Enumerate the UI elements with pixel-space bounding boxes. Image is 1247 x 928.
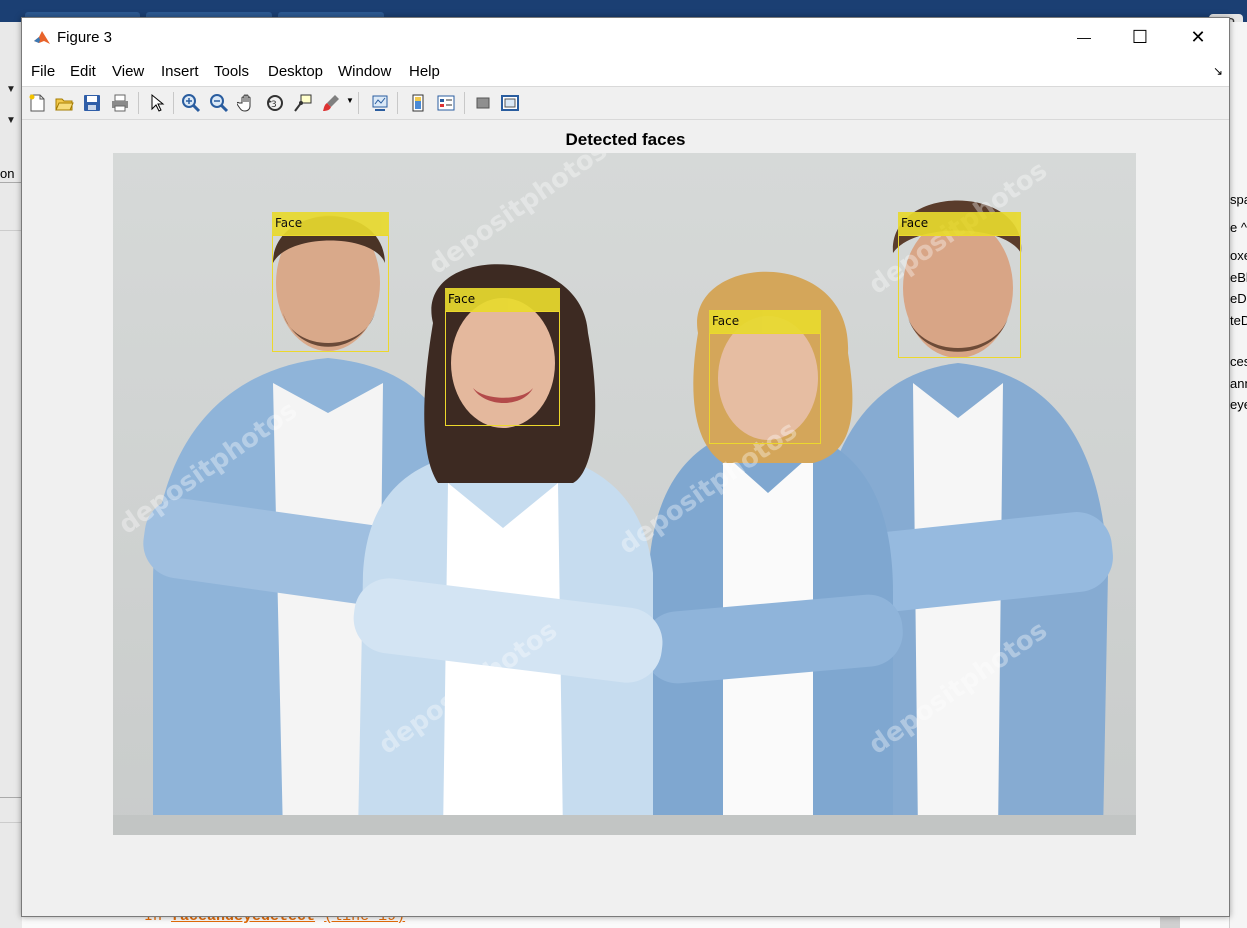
workspace-line[interactable]: eye [1230, 397, 1247, 412]
workspace-line[interactable]: oxe [1230, 248, 1247, 263]
face-label: Face [445, 288, 560, 311]
face-label: Face [272, 212, 389, 235]
face-bounding-box: Face [272, 212, 389, 352]
new-figure-icon[interactable] [27, 93, 47, 113]
zoom-out-icon[interactable] [209, 93, 229, 113]
workspace-line[interactable]: eBl [1230, 270, 1247, 285]
brush-dropdown-icon[interactable]: ▼ [346, 96, 354, 105]
desktop-left-panel: ▼ ▼ [0, 22, 23, 928]
dropdown-arrow-icon[interactable]: ▼ [6, 84, 16, 95]
workspace-line[interactable]: ces [1230, 354, 1247, 369]
menu-edit[interactable]: Edit [70, 63, 96, 80]
close-button[interactable]: ✕ [1175, 18, 1221, 56]
minimize-button[interactable]: — [1061, 18, 1107, 56]
workspace-line: spa [1230, 192, 1247, 207]
figure-window: Figure 3 — ☐ ✕ File Edit View Insert Too… [21, 17, 1230, 917]
menu-view[interactable]: View [112, 63, 144, 80]
minimize-icon: — [1077, 29, 1091, 45]
zoom-in-icon[interactable] [181, 93, 201, 113]
matlab-logo-icon [34, 31, 50, 44]
pointer-icon[interactable] [147, 93, 167, 113]
dropdown-arrow-icon[interactable]: ▼ [6, 115, 16, 126]
menu-window[interactable]: Window [338, 63, 391, 80]
face-bounding-box: Face [709, 310, 821, 444]
menu-bar: File Edit View Insert Tools Desktop Wind… [22, 56, 1229, 86]
save-icon[interactable] [82, 93, 102, 113]
menu-help[interactable]: Help [409, 63, 440, 80]
face-bounding-box: Face [898, 212, 1021, 358]
face-label: Face [709, 310, 821, 333]
face-bounding-box: Face [445, 288, 560, 426]
workspace-line[interactable]: teD [1230, 313, 1247, 328]
face-label: Face [898, 212, 1021, 235]
detected-faces-image[interactable]: depositphotos depositphotos depositphoto… [113, 153, 1136, 835]
maximize-icon: ☐ [1131, 26, 1149, 47]
svg-text:3: 3 [271, 100, 277, 110]
menu-desktop[interactable]: Desktop [268, 63, 323, 80]
insert-colorbar-icon[interactable] [408, 93, 428, 113]
workspace-panel: spa e ^ oxe eBl eDe teD ces ann eye [1229, 22, 1247, 928]
workspace-line[interactable]: ann [1230, 376, 1247, 391]
desktop-left-label: on [0, 166, 15, 181]
dock-arrow-icon[interactable]: ↘ [1213, 64, 1223, 78]
close-icon: ✕ [1190, 26, 1206, 47]
open-file-icon[interactable] [54, 93, 74, 113]
show-plot-tools-icon[interactable] [500, 93, 520, 113]
maximize-button[interactable]: ☐ [1117, 18, 1163, 56]
menu-tools[interactable]: Tools [214, 63, 249, 80]
hide-plot-tools-icon[interactable] [473, 93, 493, 113]
link-plot-icon[interactable] [370, 93, 390, 113]
data-cursor-icon[interactable] [293, 93, 313, 113]
rotate-3d-icon[interactable]: 3 [265, 93, 285, 113]
menu-file[interactable]: File [31, 63, 55, 80]
menu-insert[interactable]: Insert [161, 63, 199, 80]
workspace-line: e ^ [1230, 220, 1247, 235]
axes-title: Detected faces [565, 130, 686, 149]
brush-icon[interactable] [321, 93, 341, 113]
pan-hand-icon[interactable] [237, 93, 257, 113]
print-icon[interactable] [110, 93, 130, 113]
insert-legend-icon[interactable] [436, 93, 456, 113]
figure-toolbar: 3 ▼ [22, 86, 1229, 120]
workspace-line[interactable]: eDe [1230, 291, 1247, 306]
title-bar[interactable]: Figure 3 — ☐ ✕ [22, 18, 1229, 56]
window-title: Figure 3 [57, 29, 113, 46]
